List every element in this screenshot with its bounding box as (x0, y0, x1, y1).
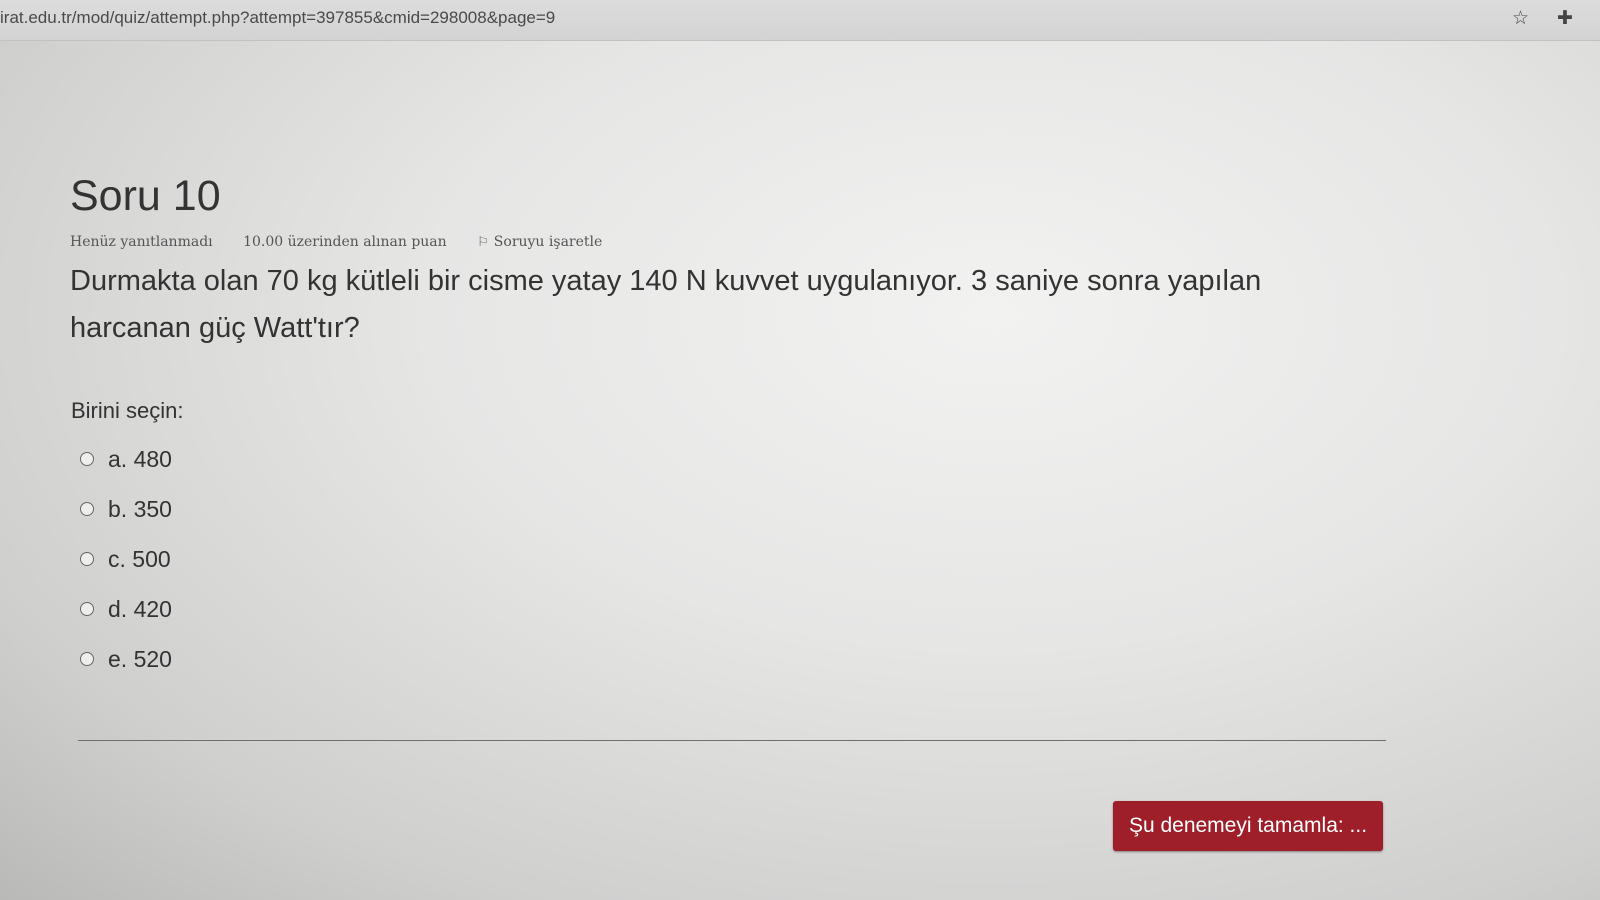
answer-label[interactable]: c. 500 (108, 546, 171, 573)
extension-puzzle-icon[interactable]: ✚ (1557, 9, 1573, 28)
bookmark-star-icon[interactable]: ☆ (1512, 9, 1529, 28)
url-text[interactable]: irat.edu.tr/mod/quiz/attempt.php?attempt… (0, 8, 555, 28)
question-title: Soru 10 (70, 172, 221, 220)
section-divider (78, 740, 1386, 741)
finish-attempt-button[interactable]: Şu denemeyi tamamla: ... (1113, 801, 1383, 851)
answer-label[interactable]: e. 520 (108, 646, 172, 673)
answer-label[interactable]: a. 480 (108, 446, 172, 473)
radio-button[interactable] (80, 552, 94, 566)
question-state: Henüz yanıtlanmadı (70, 234, 213, 250)
question-info: Henüz yanıtlanmadı 10.00 üzerinden alına… (70, 234, 602, 250)
flag-question-link[interactable]: ⚐ Soruyu işaretle (477, 234, 602, 250)
browser-address-bar[interactable]: irat.edu.tr/mod/quiz/attempt.php?attempt… (0, 0, 1600, 41)
answer-option-a[interactable]: a. 480 (80, 434, 172, 484)
radio-button[interactable] (80, 652, 94, 666)
answer-label[interactable]: d. 420 (108, 596, 172, 623)
radio-button[interactable] (80, 452, 94, 466)
answer-option-d[interactable]: d. 420 (80, 584, 172, 634)
question-grade: 10.00 üzerinden alınan puan (243, 234, 447, 250)
flag-icon: ⚐ (477, 234, 489, 250)
radio-button[interactable] (80, 502, 94, 516)
answer-prompt: Birini seçin: (71, 398, 184, 423)
answer-option-e[interactable]: e. 520 (80, 634, 172, 684)
question-text: Durmakta olan 70 kg kütleli bir cisme ya… (70, 265, 1262, 344)
answer-options: a. 480 b. 350 c. 500 d. 420 e. 520 (80, 434, 172, 684)
radio-button[interactable] (80, 602, 94, 616)
answer-option-b[interactable]: b. 350 (80, 484, 172, 534)
answer-option-c[interactable]: c. 500 (80, 534, 172, 584)
answer-label[interactable]: b. 350 (108, 496, 172, 523)
flag-question-label: Soruyu işaretle (493, 234, 603, 250)
